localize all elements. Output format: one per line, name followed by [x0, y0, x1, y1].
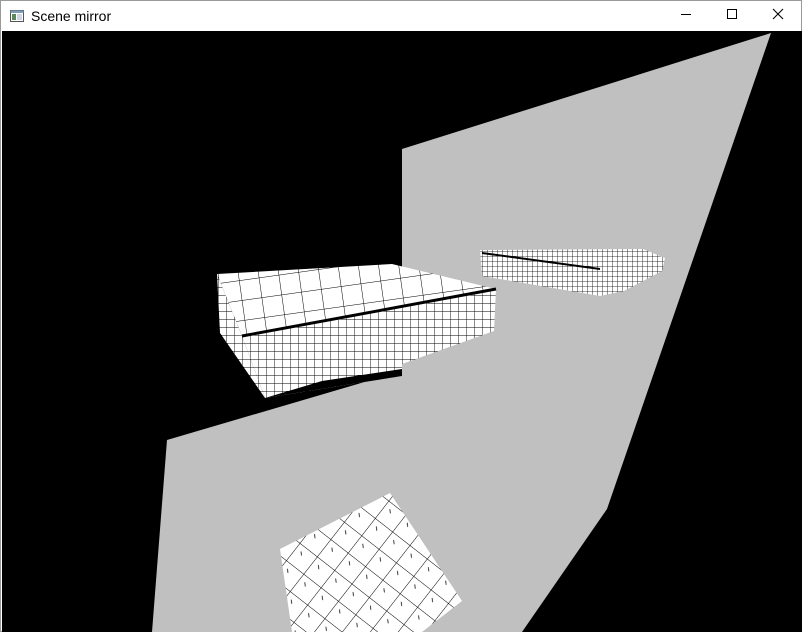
window-app-icon	[10, 9, 24, 22]
maximize-button[interactable]	[709, 1, 755, 31]
maximize-icon	[726, 7, 738, 25]
title-bar[interactable]: Scene mirror	[1, 1, 801, 31]
minimize-icon	[680, 7, 692, 25]
scene-canvas	[152, 33, 771, 632]
close-button[interactable]	[755, 1, 801, 31]
minimize-button[interactable]	[663, 1, 709, 31]
close-icon	[772, 7, 784, 25]
window-title: Scene mirror	[31, 8, 112, 24]
app-window: Scene mirror	[0, 0, 802, 632]
render-viewport[interactable]	[2, 31, 802, 632]
